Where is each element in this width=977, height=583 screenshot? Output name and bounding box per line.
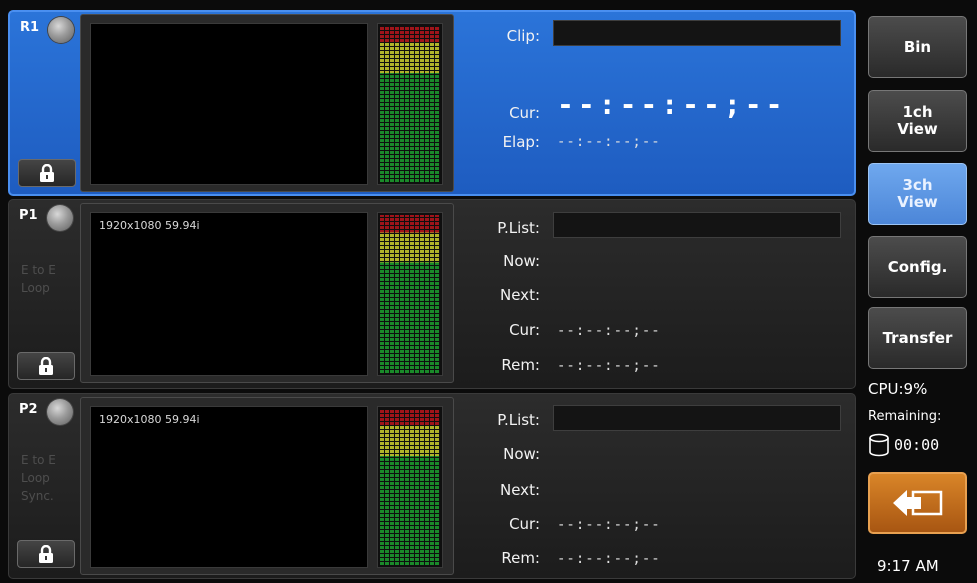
remaining-value: 00:00 xyxy=(894,436,940,454)
mode-line: E to E xyxy=(21,453,56,467)
lock-icon xyxy=(39,545,53,563)
bin-button[interactable]: Bin xyxy=(868,16,967,78)
r1-audio-meter xyxy=(377,23,443,185)
p2-preview: 1920x1080 59.94i xyxy=(90,406,368,568)
3ch-view-label: 3ch View xyxy=(897,176,938,211)
back-button[interactable] xyxy=(868,472,967,534)
now-label: Now: xyxy=(503,252,540,270)
p1-video-panel: 1920x1080 59.94i xyxy=(80,203,454,383)
1ch-view-button[interactable]: 1ch View xyxy=(868,90,967,152)
lock-button[interactable] xyxy=(17,540,75,568)
now-label: Now: xyxy=(503,445,540,463)
video-format: 1920x1080 59.94i xyxy=(99,219,200,232)
channel-id: R1 xyxy=(20,20,40,35)
cur-label: Cur: xyxy=(509,321,540,339)
next-label: Next: xyxy=(500,481,540,499)
lock-icon xyxy=(39,357,53,375)
database-icon xyxy=(869,433,889,457)
plist-field[interactable] xyxy=(553,405,841,431)
cur-timecode: --:--:--;-- xyxy=(557,323,661,339)
cur-label: Cur: xyxy=(509,104,540,122)
mode-line: Sync. xyxy=(21,489,54,503)
3ch-view-button[interactable]: 3ch View xyxy=(868,163,967,225)
plist-field[interactable] xyxy=(553,212,841,238)
p1-preview: 1920x1080 59.94i xyxy=(90,212,368,376)
p2-video-panel: 1920x1080 59.94i xyxy=(80,397,454,575)
remaining-row: 00:00 xyxy=(868,433,939,457)
lock-button[interactable] xyxy=(18,159,76,187)
next-label: Next: xyxy=(500,286,540,304)
r1-video-panel xyxy=(80,14,454,192)
channel-status-knob-icon[interactable] xyxy=(47,399,73,425)
lock-button[interactable] xyxy=(17,352,75,380)
rem-label: Rem: xyxy=(501,356,540,374)
cur-timecode: --:--:--;-- xyxy=(557,88,787,121)
channel-status-knob-icon[interactable] xyxy=(48,17,74,43)
clip-label: Clip: xyxy=(506,27,540,45)
clock: 9:17 AM xyxy=(877,557,939,575)
1ch-view-label: 1ch View xyxy=(897,103,938,138)
cur-timecode: --:--:--;-- xyxy=(557,517,661,533)
plist-label: P.List: xyxy=(497,219,540,237)
rem-label: Rem: xyxy=(501,549,540,567)
cur-label: Cur: xyxy=(509,515,540,533)
config-button[interactable]: Config. xyxy=(868,236,967,298)
cpu-usage: CPU:9% xyxy=(868,380,928,398)
elap-label: Elap: xyxy=(502,133,540,151)
mode-line: Loop xyxy=(21,281,50,295)
mode-line: E to E xyxy=(21,263,56,277)
channel-id: P2 xyxy=(19,402,38,417)
channel-status-knob-icon[interactable] xyxy=(47,205,73,231)
rem-timecode: --:--:--;-- xyxy=(557,358,661,374)
p2-audio-meter xyxy=(377,406,443,568)
channel-id: P1 xyxy=(19,208,38,223)
clip-field[interactable] xyxy=(553,20,841,46)
lock-icon xyxy=(40,164,54,182)
mode-line: Loop xyxy=(21,471,50,485)
p1-audio-meter xyxy=(377,212,443,376)
back-arrow-icon xyxy=(892,490,942,516)
rem-timecode: --:--:--;-- xyxy=(557,551,661,567)
elap-timecode: --:--:--;-- xyxy=(557,134,661,150)
transfer-button[interactable]: Transfer xyxy=(868,307,967,369)
video-format: 1920x1080 59.94i xyxy=(99,413,200,426)
plist-label: P.List: xyxy=(497,411,540,429)
r1-preview xyxy=(90,23,368,185)
remaining-label: Remaining: xyxy=(868,409,942,424)
